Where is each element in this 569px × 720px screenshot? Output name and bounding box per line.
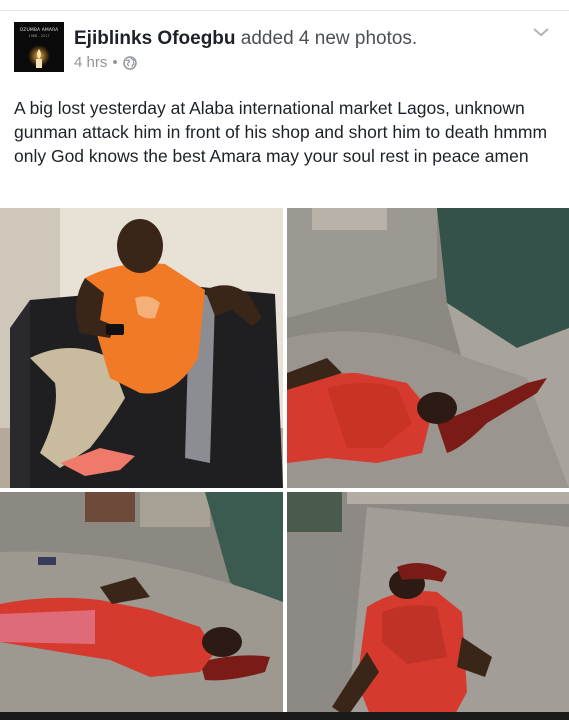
author-name[interactable]: Ejiblinks Ofoegbu xyxy=(74,28,236,49)
post-title-line: Ejiblinks Ofoegbu added 4 new photos. xyxy=(74,28,417,50)
chevron-down-icon[interactable] xyxy=(531,24,551,40)
photo-2-image xyxy=(287,208,569,488)
post-timestamp[interactable]: 4 hrs xyxy=(74,54,107,71)
photo-2[interactable] xyxy=(287,208,569,488)
meta-separator: • xyxy=(112,54,118,71)
photo-4[interactable] xyxy=(287,492,569,720)
bottom-bar xyxy=(0,712,569,720)
photo-3-image xyxy=(0,492,283,720)
photo-1[interactable] xyxy=(0,208,283,488)
photo-grid xyxy=(0,208,569,720)
feed-post: OZUMBA AMARA 1988 - 2017 Ejiblinks Ofoeg… xyxy=(0,0,569,720)
post-action-text: added 4 new photos. xyxy=(240,28,418,49)
candle-icon xyxy=(28,45,50,68)
globe-icon[interactable] xyxy=(122,55,137,70)
photo-1-image xyxy=(0,208,283,488)
post-header: OZUMBA AMARA 1988 - 2017 Ejiblinks Ofoeg… xyxy=(14,22,559,74)
post-meta: 4 hrs • xyxy=(74,54,137,71)
photo-4-image xyxy=(287,492,569,720)
avatar[interactable]: OZUMBA AMARA 1988 - 2017 xyxy=(14,22,64,72)
photo-3[interactable] xyxy=(0,492,283,720)
post-message: A big lost yesterday at Alaba internatio… xyxy=(14,98,548,166)
